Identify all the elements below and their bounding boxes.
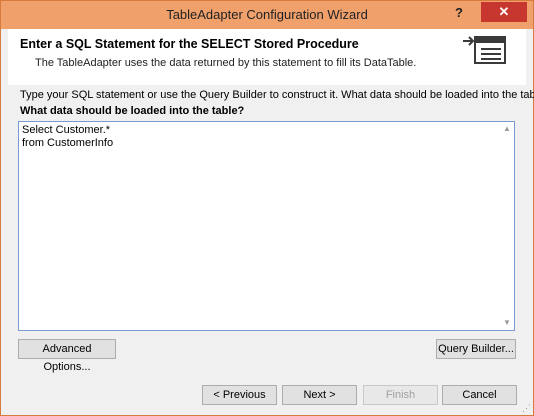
scroll-up-icon[interactable]: ▲ [502,124,512,134]
help-button[interactable]: ? [447,3,471,23]
sql-statement-textarea[interactable]: Select Customer.* from CustomerInfo ▲ ▼ [18,121,515,331]
page-title: Enter a SQL Statement for the SELECT Sto… [20,37,359,51]
sql-statement-icon [463,36,506,64]
query-builder-button[interactable]: Query Builder... [436,339,516,359]
wizard-window: TableAdapter Configuration Wizard ? ✕ En… [0,0,534,416]
previous-button[interactable]: < Previous [202,385,277,405]
advanced-options-button[interactable]: Advanced Options... [18,339,116,373]
scroll-down-icon[interactable]: ▼ [502,318,512,328]
instruction-question: What data should be loaded into the tabl… [20,105,245,117]
resize-grip-icon[interactable]: ⋰ [521,403,531,413]
next-button[interactable]: Next > [282,385,357,405]
finish-button[interactable]: Finish [363,385,438,405]
sql-statement-value[interactable]: Select Customer.* from CustomerInfo [22,124,113,150]
wizard-content: Type your SQL statement or use the Query… [8,85,534,409]
title-bar[interactable]: TableAdapter Configuration Wizard ? ✕ [1,1,533,29]
close-button[interactable]: ✕ [481,2,527,22]
page-subtitle: The TableAdapter uses the data returned … [35,57,417,69]
wizard-header: Enter a SQL Statement for the SELECT Sto… [8,29,526,86]
cancel-button[interactable]: Cancel [442,385,517,405]
instruction-text: Type your SQL statement or use the Query… [20,89,534,101]
